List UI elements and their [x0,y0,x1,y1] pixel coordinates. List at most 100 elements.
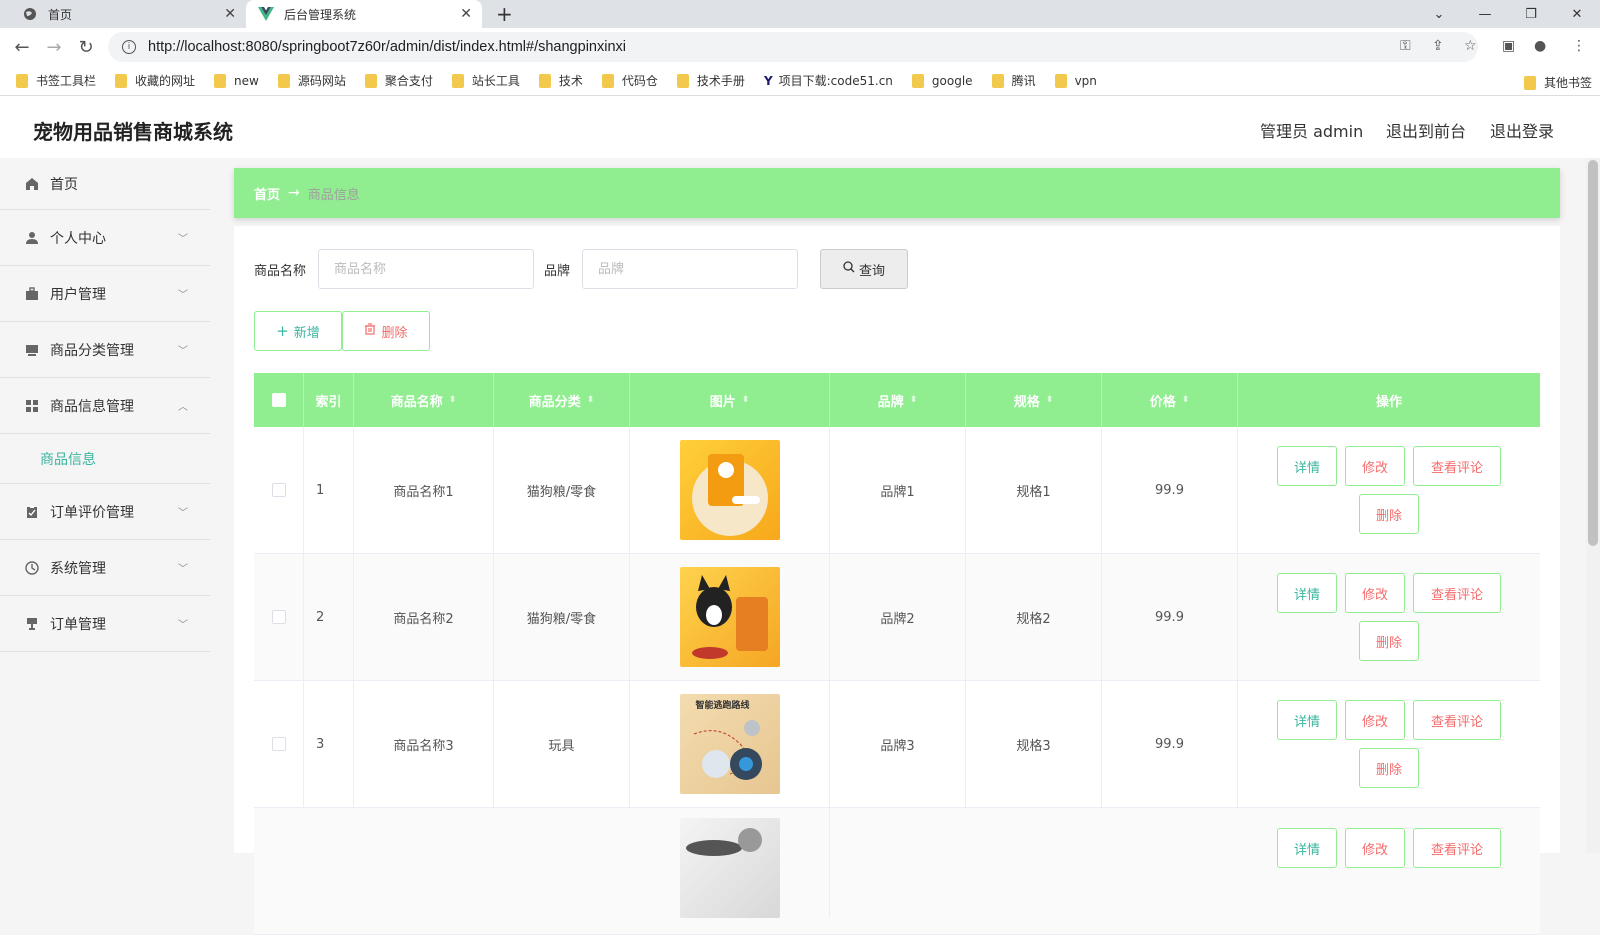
col-index: 索引 [304,373,354,427]
tab-close-icon[interactable]: ✕ [224,6,236,22]
col-brand[interactable]: 品牌 ⬍ [830,373,966,427]
side-panel-icon[interactable]: ▣ [1502,38,1515,54]
folder-icon [115,73,128,88]
sidebar-item-label: 系统管理 [50,560,106,577]
share-icon[interactable]: ⇪ [1432,38,1444,54]
col-price[interactable]: 价格 ⬍ [1102,373,1238,427]
bookmark-item[interactable]: 腾讯 [991,72,1036,89]
cell-price: 99.9 [1102,681,1238,807]
sidebar-item-category[interactable]: 商品分类管理 ﹀ [0,322,210,378]
col-image[interactable]: 图片 ⬍ [630,373,830,427]
col-spec[interactable]: 规格 ⬍ [966,373,1102,427]
sort-icon: ⬍ [586,395,595,405]
sidebar-item-system[interactable]: 系统管理 ﹀ [0,540,210,596]
bookmark-item[interactable]: 源码网站 [277,72,346,89]
cell-category: 猫狗粮/零食 [494,554,630,680]
view-reviews-button[interactable]: 查看评论 [1413,573,1501,613]
browser-tab-admin[interactable]: 后台管理系统 ✕ [246,0,482,28]
sidebar-item-home[interactable]: 首页 [0,158,210,210]
detail-button[interactable]: 详情 [1277,828,1337,868]
sidebar-item-label: 订单管理 [50,616,106,633]
row-checkbox[interactable] [271,483,286,497]
table-row: 1 商品名称1 猫狗粮/零食 品牌1 规格1 99.9 详情 修改 查看评论 删… [254,427,1540,554]
delete-button[interactable]: 删除 [1359,621,1419,661]
sort-icon: ⬍ [1045,395,1054,405]
bookmark-item[interactable]: 站长工具 [451,72,520,89]
sort-icon: ⬍ [1181,395,1190,405]
restore-icon[interactable]: ❐ [1508,0,1554,28]
site-info-icon[interactable]: i [122,40,136,54]
sidebar-item-users[interactable]: 用户管理 ﹀ [0,266,210,322]
back-icon[interactable]: ← [9,34,35,60]
bookmark-star-icon[interactable]: ☆ [1464,38,1477,54]
bookmark-item[interactable]: 代码仓 [601,72,658,89]
view-reviews-button[interactable]: 查看评论 [1413,828,1501,868]
folder-icon [451,73,464,88]
other-bookmarks[interactable]: 其他书签 [1523,74,1592,91]
col-category[interactable]: 商品分类 ⬍ [494,373,630,427]
name-search-input[interactable] [318,249,535,289]
sidebar-item-review[interactable]: 订单评价管理 ﹀ [0,484,210,540]
breadcrumb-home[interactable]: 首页 [254,184,280,203]
arrow-right-icon: → [288,185,300,201]
bookmark-item[interactable]: google [911,73,973,88]
product-image[interactable] [679,567,780,667]
view-reviews-button[interactable]: 查看评论 [1413,700,1501,740]
brand-search-input[interactable] [582,249,799,289]
menu-kebab-icon[interactable]: ⋮ [1572,38,1586,54]
reload-icon[interactable]: ↻ [73,34,99,60]
bookmark-item[interactable]: 技术 [538,72,583,89]
bookmark-item[interactable]: vpn [1054,73,1097,88]
logout-link[interactable]: 退出登录 [1490,118,1554,142]
product-image[interactable]: 智能逃跑路线 [679,694,780,794]
scrollbar-thumb[interactable] [1588,160,1598,546]
bookmark-item[interactable]: 技术手册 [676,72,745,89]
bookmark-item[interactable]: Y 项目下载:code51.cn [764,72,893,89]
profile-icon[interactable]: ● [1534,38,1546,54]
bookmark-item[interactable]: 书签工具栏 [16,72,96,89]
sort-icon: ⬍ [909,395,918,405]
key-icon[interactable]: ⚿ [1400,38,1411,54]
edit-button[interactable]: 修改 [1345,573,1405,613]
tab-close-icon[interactable]: ✕ [460,6,472,22]
query-button[interactable]: 查询 [820,249,909,289]
forward-icon[interactable]: → [41,34,67,60]
bookmark-item[interactable]: 收藏的网址 [115,72,195,89]
detail-button[interactable]: 详情 [1277,573,1337,613]
sidebar-item-label: 订单评价管理 [50,504,134,521]
sidebar-item-orders[interactable]: 订单管理 ﹀ [0,596,210,652]
browser-tab-home[interactable]: 首页 ✕ [10,0,246,28]
sidebar-item-label: 首页 [50,176,78,193]
exit-to-front-link[interactable]: 退出到前台 [1386,118,1466,142]
row-checkbox[interactable] [271,610,286,624]
edit-button[interactable]: 修改 [1345,446,1405,486]
col-name[interactable]: 商品名称 ⬍ [354,373,494,427]
bookmark-item[interactable]: new [214,73,259,88]
folder-icon [991,73,1004,88]
page-scrollbar[interactable] [1586,158,1600,853]
url-input[interactable]: i http://localhost:8080/springboot7z60r/… [108,32,1478,62]
sidebar-item-personal[interactable]: 个人中心 ﹀ [0,210,210,266]
product-image[interactable] [679,818,780,918]
product-image[interactable] [679,440,780,540]
cell-name: 商品名称3 [354,681,494,807]
sidebar-subitem-product-info[interactable]: 商品信息 [0,434,210,484]
new-tab-icon[interactable]: + [496,2,513,26]
delete-button[interactable]: 删除 [1359,494,1419,534]
window-close-icon[interactable]: ✕ [1554,0,1600,28]
select-all-checkbox[interactable] [254,373,304,427]
add-button[interactable]: + 新增 [254,311,342,351]
bookmark-item[interactable]: 聚合支付 [364,72,433,89]
sidebar-item-label: 商品信息管理 [50,398,134,415]
edit-button[interactable]: 修改 [1345,700,1405,740]
sidebar-item-product[interactable]: 商品信息管理 ︿ [0,378,210,434]
tab-search-chevron-icon[interactable]: ⌄ [1416,0,1462,28]
delete-button[interactable]: 删除 [1359,748,1419,788]
minimize-icon[interactable]: — [1462,0,1508,28]
detail-button[interactable]: 详情 [1277,700,1337,740]
view-reviews-button[interactable]: 查看评论 [1413,446,1501,486]
detail-button[interactable]: 详情 [1277,446,1337,486]
batch-delete-button[interactable]: 删除 [342,311,430,351]
edit-button[interactable]: 修改 [1345,828,1405,868]
row-checkbox[interactable] [271,737,286,751]
